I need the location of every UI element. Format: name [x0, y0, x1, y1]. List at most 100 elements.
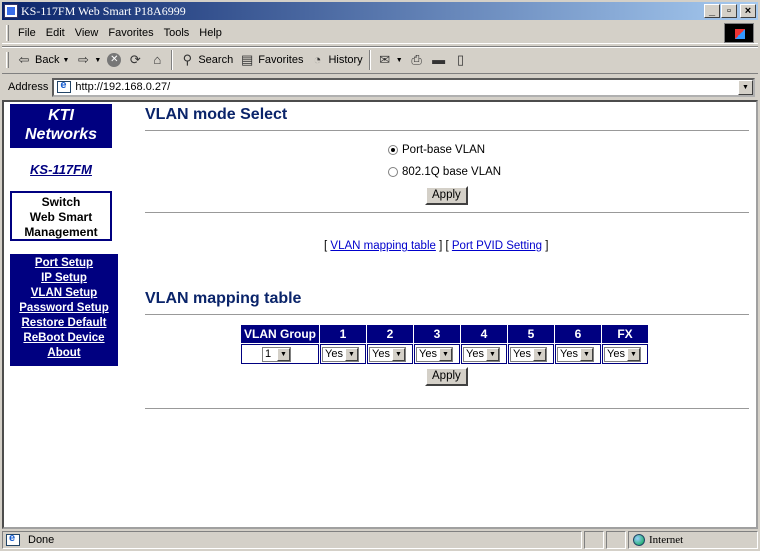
dropdown-icon[interactable]: ▼ [391, 347, 405, 361]
title-bar: KS-117FM Web Smart P18A6999 _ ▫ × [2, 2, 758, 20]
port-1-select[interactable]: Yes ▼ [322, 346, 359, 362]
window-title: KS-117FM Web Smart P18A6999 [21, 3, 186, 18]
radio-8021q[interactable]: 802.1Q base VLAN [388, 166, 501, 178]
close-button[interactable]: × [740, 4, 756, 18]
discuss-button[interactable]: ▯ [450, 49, 472, 71]
forward-arrow-icon: ⇨ [77, 52, 89, 67]
radio-port-base-control[interactable] [388, 145, 398, 155]
back-button[interactable]: ⇦ Back ▼ [13, 49, 72, 71]
stop-icon: ✕ [107, 53, 122, 67]
mgmt-line2: Web Smart [29, 210, 93, 224]
port-4-select[interactable]: Yes ▼ [463, 346, 500, 362]
header-port-6: 6 [555, 325, 601, 343]
vlan-mapping-title: VLAN mapping table [145, 290, 302, 307]
search-button[interactable]: ⚲ Search [176, 49, 236, 71]
menu-help[interactable]: Help [194, 27, 227, 39]
back-label: Back [35, 54, 60, 66]
refresh-button[interactable]: ⟳ [124, 49, 146, 71]
status-cell [584, 531, 604, 549]
menu-favorites[interactable]: Favorites [103, 27, 158, 39]
sidebar-item-restore-default[interactable]: Restore Default [10, 316, 118, 331]
dropdown-icon[interactable]: ▼ [626, 347, 640, 361]
port-6-select[interactable]: Yes ▼ [557, 346, 594, 362]
port-2-select[interactable]: Yes ▼ [369, 346, 406, 362]
divider [145, 130, 749, 132]
port-1-cell: Yes ▼ [320, 344, 366, 364]
print-button[interactable]: ⎙ [406, 49, 428, 71]
radio-8021q-control[interactable] [388, 167, 398, 177]
ie-icon [4, 4, 18, 18]
header-port-fx: FX [602, 325, 648, 343]
favorites-button[interactable]: ▤ Favorites [236, 49, 306, 71]
dropdown-icon[interactable]: ▼ [344, 347, 358, 361]
maximize-button[interactable]: ▫ [721, 4, 737, 18]
stop-button[interactable]: ✕ [104, 49, 124, 71]
port-5-select[interactable]: Yes ▼ [510, 346, 547, 362]
vlan-mapping-table: VLAN Group 1 2 3 4 5 6 FX 1 ▼ Yes ▼ Yes ▼ Y… [240, 324, 649, 365]
dropdown-icon[interactable]: ▼ [396, 57, 403, 64]
history-button[interactable]: ◔ History [306, 49, 365, 71]
globe-icon [633, 534, 645, 546]
vlan-mapping-table-link[interactable]: VLAN mapping table [330, 240, 435, 252]
vlan-group-select[interactable]: 1 ▼ [262, 346, 291, 362]
history-label: History [328, 54, 363, 66]
address-dropdown-icon[interactable]: ▼ [738, 79, 753, 95]
menu-file[interactable]: File [13, 27, 41, 39]
port-fx-select[interactable]: Yes ▼ [604, 346, 641, 362]
history-icon: ◔ [313, 52, 322, 67]
sidebar-item-port-setup[interactable]: Port Setup [10, 256, 118, 271]
port-6-value: Yes [560, 348, 578, 360]
port-pvid-setting-link[interactable]: Port PVID Setting [452, 240, 542, 252]
vlan-mode-apply-button[interactable]: Apply [425, 186, 468, 205]
browser-window: KS-117FM Web Smart P18A6999 _ ▫ × File E… [0, 0, 760, 551]
dropdown-icon[interactable]: ▼ [62, 57, 69, 64]
windows-logo-icon [724, 23, 754, 43]
port-3-select[interactable]: Yes ▼ [416, 346, 453, 362]
port-6-cell: Yes ▼ [555, 344, 601, 364]
vlan-group-value: 1 [265, 348, 272, 360]
radio-8021q-label: 802.1Q base VLAN [402, 166, 502, 178]
sidebar-item-reboot-device[interactable]: ReBoot Device [10, 331, 118, 346]
mapping-apply-button[interactable]: Apply [425, 367, 468, 386]
address-input[interactable]: http://192.168.0.27/ ▼ [52, 77, 755, 97]
bracket: [ [324, 240, 328, 252]
edit-button[interactable]: ▬ [428, 49, 450, 71]
dropdown-icon[interactable]: ▼ [438, 347, 452, 361]
sidebar-item-vlan-setup[interactable]: VLAN Setup [10, 286, 118, 301]
dropdown-icon[interactable]: ▼ [277, 347, 290, 361]
table-header-row: VLAN Group 1 2 3 4 5 6 FX [241, 325, 648, 343]
dropdown-icon[interactable]: ▼ [485, 347, 499, 361]
kti-logo: KTI Networks [10, 104, 112, 148]
dropdown-icon[interactable]: ▼ [94, 57, 101, 64]
dropdown-icon[interactable]: ▼ [579, 347, 593, 361]
status-text: Done [28, 534, 55, 546]
port-2-value: Yes [372, 348, 390, 360]
home-icon: ⌂ [153, 52, 162, 67]
home-button[interactable]: ⌂ [146, 49, 168, 71]
toolbar-separator [171, 50, 174, 70]
address-url: http://192.168.0.27/ [75, 81, 171, 93]
address-bar: Address http://192.168.0.27/ ▼ [2, 76, 758, 98]
mail-icon: ✉ [379, 52, 391, 67]
model-link[interactable]: KS-117FM [10, 162, 112, 177]
sidebar-item-about[interactable]: About [10, 346, 118, 361]
toolbar-grip [6, 52, 9, 68]
menu-tools[interactable]: Tools [159, 27, 195, 39]
mail-button[interactable]: ✉ ▼ [374, 49, 406, 71]
forward-button[interactable]: ⇨ ▼ [72, 49, 104, 71]
menu-edit[interactable]: Edit [41, 27, 70, 39]
radio-port-base[interactable]: Port-base VLAN [388, 144, 485, 156]
divider [145, 212, 749, 214]
refresh-icon: ⟳ [129, 52, 141, 67]
sidebar-item-password-setup[interactable]: Password Setup [10, 301, 118, 316]
dropdown-icon[interactable]: ▼ [532, 347, 546, 361]
security-zone: Internet [628, 531, 758, 549]
radio-port-base-label: Port-base VLAN [402, 144, 486, 156]
document-icon: ▯ [457, 52, 465, 67]
minimize-button[interactable]: _ [704, 4, 720, 18]
port-4-cell: Yes ▼ [461, 344, 507, 364]
page-icon [6, 532, 20, 546]
menu-view[interactable]: View [70, 27, 104, 39]
sidebar-item-ip-setup[interactable]: IP Setup [10, 271, 118, 286]
status-bar: Done Internet [2, 531, 758, 549]
